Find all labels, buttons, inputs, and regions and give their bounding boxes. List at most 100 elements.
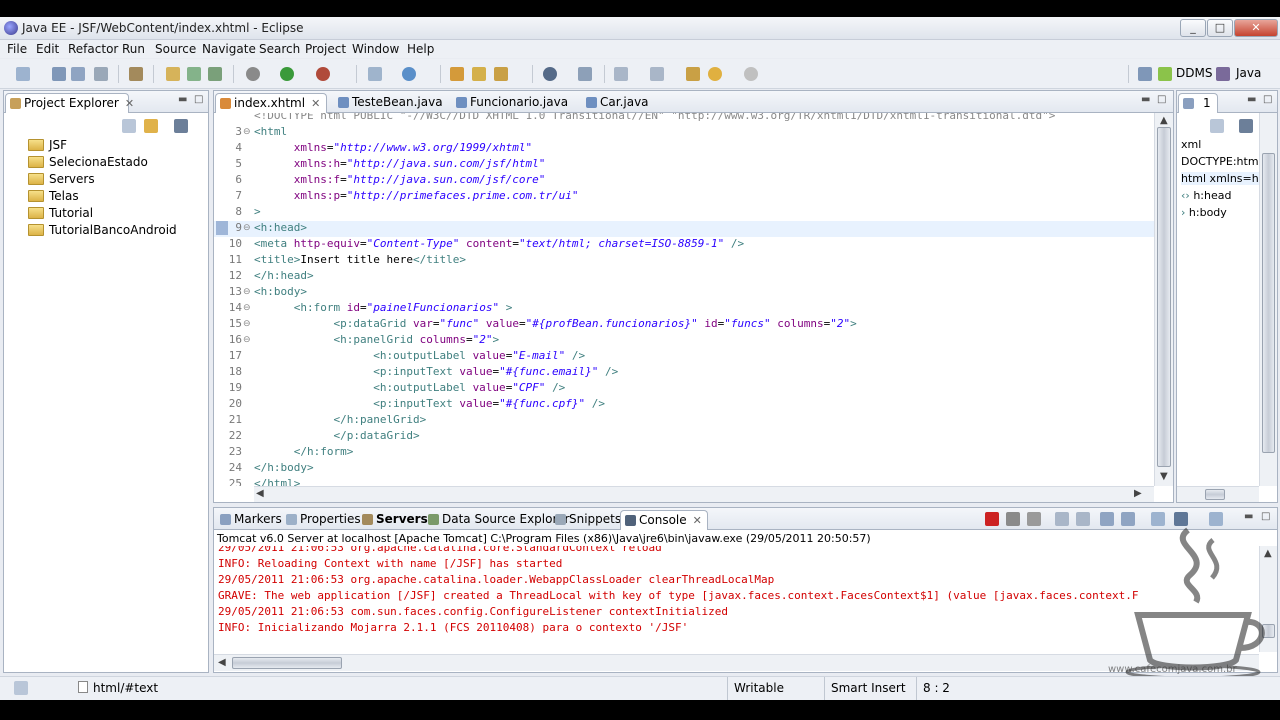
tab-servers[interactable]: Servers xyxy=(358,510,428,530)
open-folder-icon[interactable] xyxy=(450,67,464,81)
open-resource-icon[interactable] xyxy=(187,67,201,81)
menu-refactor[interactable]: Refactor xyxy=(68,42,118,56)
maximize-icon[interactable]: □ xyxy=(1157,94,1166,105)
fold-toggle-icon[interactable]: ⊖ xyxy=(243,332,251,348)
menu-navigate[interactable]: Navigate xyxy=(202,42,256,56)
tree-item[interactable]: JSF xyxy=(28,138,67,152)
maximize-button[interactable]: □ xyxy=(1207,19,1233,37)
outline-scrollbar[interactable] xyxy=(1259,113,1277,486)
tab-properties[interactable]: Properties xyxy=(282,510,361,530)
collapse-all-icon[interactable] xyxy=(122,119,136,133)
pen-icon[interactable] xyxy=(494,67,508,81)
perspective-java[interactable]: Java xyxy=(1236,66,1261,80)
outline-horizontal-scrollbar[interactable] xyxy=(1177,486,1259,502)
maximize-icon[interactable]: □ xyxy=(194,94,203,105)
console-horizontal-scrollbar[interactable]: ◀ xyxy=(214,654,1259,671)
remove-all-icon[interactable] xyxy=(1027,512,1041,526)
forward-icon[interactable] xyxy=(744,67,758,81)
print-icon[interactable] xyxy=(94,67,108,81)
editor-horizontal-scrollbar[interactable]: ◀ ▶ xyxy=(254,486,1154,502)
show-stdout-icon[interactable] xyxy=(1100,512,1114,526)
tab-snippets[interactable]: Snippets xyxy=(551,510,621,530)
save-icon[interactable] xyxy=(52,67,66,81)
console-output[interactable]: 29/05/2011 21:06:53 org.apache.catalina.… xyxy=(214,546,1259,652)
menu-file[interactable]: File xyxy=(7,42,27,56)
close-icon[interactable]: ✕ xyxy=(693,512,702,530)
outline-item[interactable]: DOCTYPE:html xyxy=(1181,155,1262,168)
minimize-icon[interactable]: ▬ xyxy=(1141,94,1150,105)
new-icon[interactable] xyxy=(16,67,30,81)
minimize-button[interactable]: _ xyxy=(1180,19,1206,37)
tab-console[interactable]: Console ✕ xyxy=(620,510,708,530)
web-browser-icon[interactable] xyxy=(402,67,416,81)
perspective-icon[interactable] xyxy=(578,67,592,81)
last-edit-icon[interactable] xyxy=(686,67,700,81)
maximize-icon[interactable]: □ xyxy=(1263,94,1272,105)
scroll-lock-icon[interactable] xyxy=(1076,512,1090,526)
debug-icon[interactable] xyxy=(246,67,260,81)
link-editor-icon[interactable] xyxy=(144,119,158,133)
menu-edit[interactable]: Edit xyxy=(36,42,59,56)
menu-run[interactable]: Run xyxy=(122,42,145,56)
save-all-icon[interactable] xyxy=(71,67,85,81)
tree-item[interactable]: Servers xyxy=(28,172,95,186)
fold-toggle-icon[interactable]: ⊖ xyxy=(243,284,251,300)
tree-item[interactable]: Tutorial xyxy=(28,206,93,220)
tab-car-java[interactable]: Car.java xyxy=(582,93,662,113)
outline-item[interactable]: xml xyxy=(1181,138,1201,151)
fast-view-icon[interactable] xyxy=(14,681,28,695)
terminate-icon[interactable] xyxy=(985,512,999,526)
tree-item[interactable]: Telas xyxy=(28,189,79,203)
tab-index-xhtml[interactable]: index.xhtml ✕ xyxy=(215,93,327,113)
fold-toggle-icon[interactable]: ⊖ xyxy=(243,124,251,140)
tree-item[interactable]: SelecionaEstado xyxy=(28,155,148,169)
run-icon[interactable] xyxy=(280,67,294,81)
open-type-icon[interactable] xyxy=(166,67,180,81)
code-area[interactable]: <!DOCTYPE html PUBLIC "-//W3C//DTD XHTML… xyxy=(214,113,1154,486)
menu-window[interactable]: Window xyxy=(352,42,399,56)
minimize-icon[interactable]: ▬ xyxy=(178,94,187,105)
fold-toggle-icon[interactable]: ⊖ xyxy=(243,300,251,316)
line-number: 14 xyxy=(228,301,242,314)
menu-help[interactable]: Help xyxy=(407,42,434,56)
outline-item[interactable]: html xmlns=http:/ xyxy=(1181,172,1263,185)
collapse-all-icon[interactable] xyxy=(1210,119,1224,133)
view-menu-icon[interactable] xyxy=(174,119,188,133)
tab-funcionario-java[interactable]: Funcionario.java xyxy=(452,93,570,113)
tab-project-explorer[interactable]: Project Explorer ✕ xyxy=(5,93,134,113)
editor-vertical-scrollbar[interactable]: ▲ ▼ xyxy=(1154,113,1173,486)
globe-icon[interactable] xyxy=(543,67,557,81)
minimize-icon[interactable]: ▬ xyxy=(1247,94,1256,105)
menu-source[interactable]: Source xyxy=(155,42,196,56)
search-folder-icon[interactable] xyxy=(472,67,486,81)
tab-markers[interactable]: Markers xyxy=(216,510,282,530)
view-menu-icon[interactable] xyxy=(1239,119,1253,133)
title-bar: Java EE - JSF/WebContent/index.xhtml - E… xyxy=(0,17,1280,40)
servers-icon xyxy=(362,514,373,525)
tab-data-source-explorer[interactable]: Data Source Explorer xyxy=(424,510,569,530)
menu-project[interactable]: Project xyxy=(305,42,346,56)
menu-search[interactable]: Search xyxy=(259,42,300,56)
back-icon[interactable] xyxy=(708,67,722,81)
close-button[interactable]: ✕ xyxy=(1234,19,1278,37)
remove-launch-icon[interactable] xyxy=(1006,512,1020,526)
new-server-icon[interactable] xyxy=(368,67,382,81)
close-icon[interactable]: ✕ xyxy=(125,95,134,113)
server-icon[interactable] xyxy=(129,67,143,81)
perspective-ddms[interactable]: DDMS xyxy=(1176,66,1212,80)
next-annotation-icon[interactable] xyxy=(614,67,628,81)
tree-item[interactable]: TutorialBancoAndroid xyxy=(28,223,177,237)
external-tools-icon[interactable] xyxy=(316,67,330,81)
clear-console-icon[interactable] xyxy=(1055,512,1069,526)
tab-testebean-java[interactable]: TesteBean.java xyxy=(334,93,443,113)
scroll-thumb[interactable] xyxy=(1157,127,1171,467)
close-icon[interactable]: ✕ xyxy=(311,95,320,113)
tab-outline[interactable]: 1 xyxy=(1178,93,1218,113)
fold-toggle-icon[interactable]: ⊖ xyxy=(243,220,251,236)
prev-annotation-icon[interactable] xyxy=(650,67,664,81)
open-perspective-icon[interactable] xyxy=(1138,67,1152,81)
outline-item[interactable]: › h:body xyxy=(1181,206,1227,219)
fold-toggle-icon[interactable]: ⊖ xyxy=(243,316,251,332)
outline-item[interactable]: ‹› h:head xyxy=(1181,189,1231,202)
task-icon[interactable] xyxy=(208,67,222,81)
